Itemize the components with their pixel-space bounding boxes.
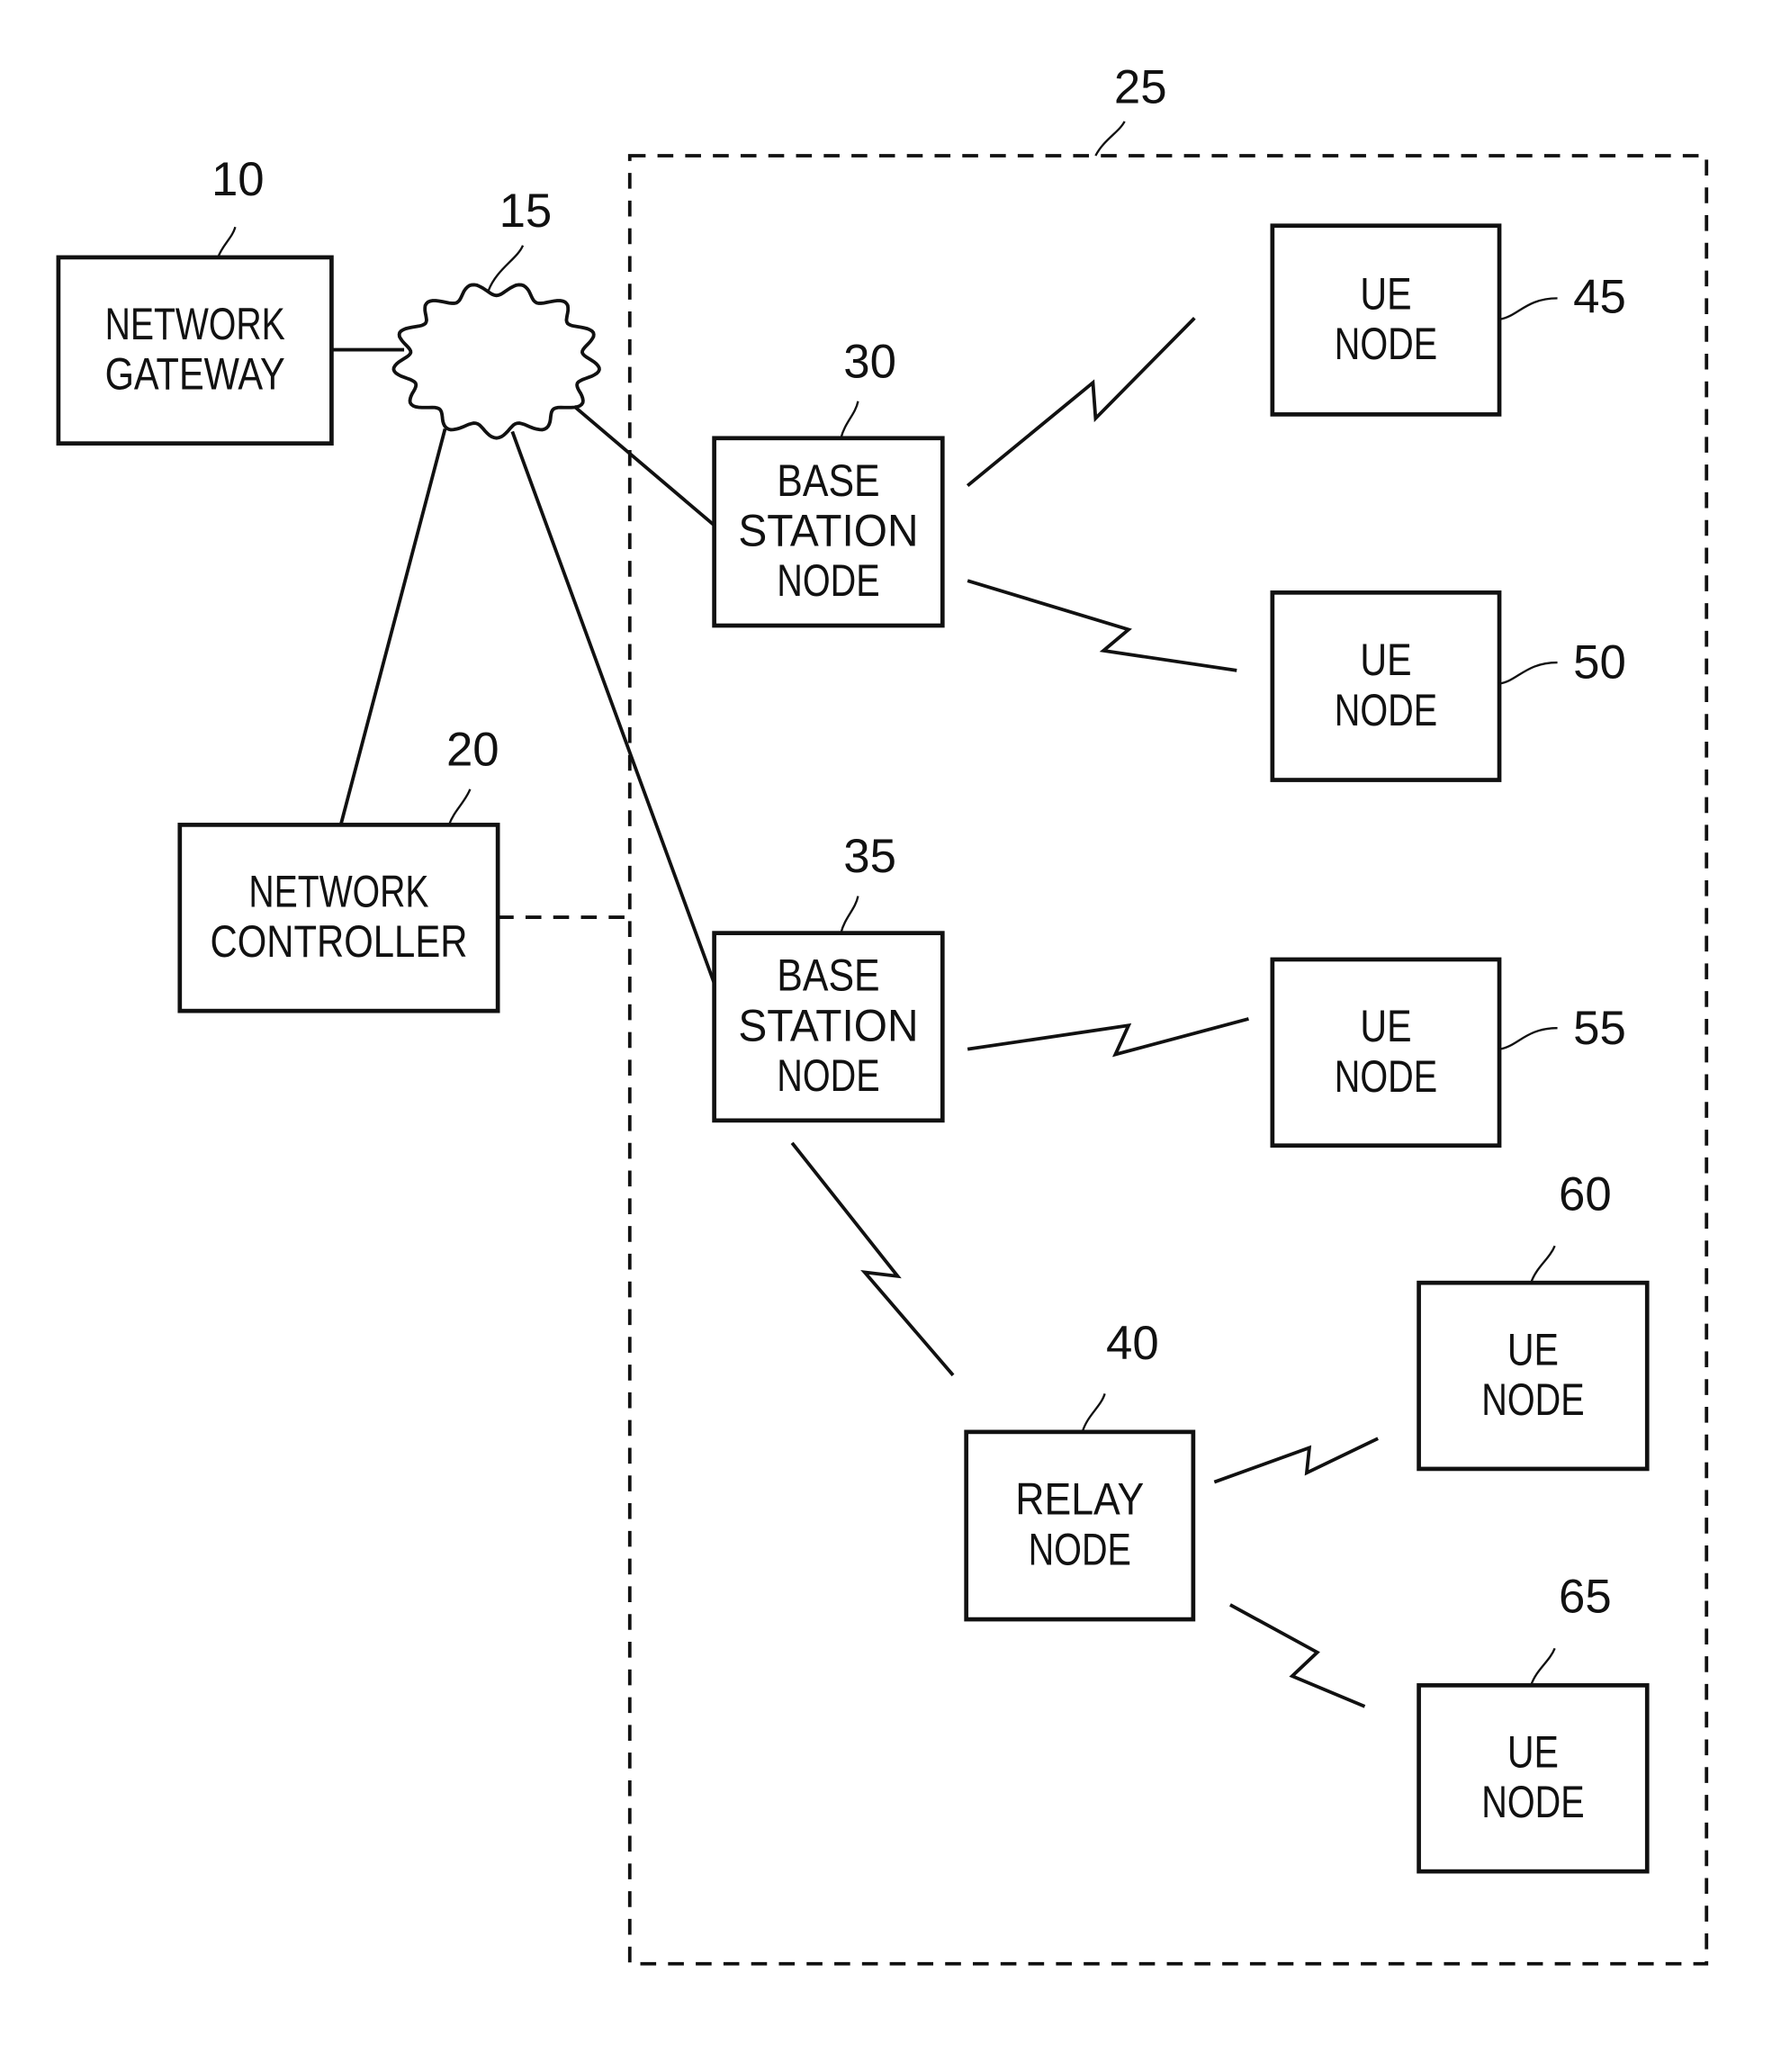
wireless-link-relay-ue65 (1229, 1603, 1366, 1708)
node-ref-number: 65 (1559, 1571, 1612, 1624)
wireless-link-bs35-ue55 (967, 1017, 1249, 1058)
node-label-line: NODE (777, 1050, 879, 1101)
node-label-line: NODE (777, 555, 879, 606)
node-ue45: UENODE 45 (1270, 223, 1626, 417)
node-label-line: BASE (777, 950, 879, 1001)
node-label-line: UE (1507, 1727, 1559, 1778)
wireless-link-relay-ue60 (1213, 1437, 1379, 1484)
wireless-link-bs35-relay (790, 1141, 955, 1377)
node-ref-number: 35 (843, 830, 896, 883)
node-label-line: CONTROLLER (211, 916, 468, 967)
node-label-line: NETWORK (105, 299, 285, 349)
node-label-line: NODE (1335, 685, 1437, 735)
node-label-line: STATION (738, 1000, 918, 1050)
ref-leader-line (1498, 297, 1558, 320)
link-cloud-controller (338, 428, 447, 825)
node-ref-number: 45 (1573, 270, 1626, 323)
node-ref-number: 30 (843, 335, 896, 388)
ref-leader-line (1530, 1647, 1556, 1686)
region-leader-line (1094, 121, 1126, 157)
ref-leader-line (1498, 661, 1558, 685)
node-group: NETWORKGATEWAY10NETWORKCONTROLLER20BASES… (56, 153, 1650, 1874)
node-ue55: UENODE 55 (1270, 957, 1626, 1149)
node-label-line: BASE (777, 455, 879, 506)
node-label-line: STATION (738, 505, 918, 555)
ref-leader-line (217, 226, 237, 258)
node-ue60: UENODE 60 (1417, 1168, 1650, 1472)
node-label-line: NODE (1481, 1374, 1584, 1425)
node-label-line: NODE (1335, 1051, 1437, 1102)
node-label-line: NETWORK (248, 867, 428, 917)
node-label-line: UE (1507, 1324, 1559, 1374)
link-cloud-bs30 (572, 405, 715, 527)
node-ref-number: 10 (211, 153, 265, 206)
node-label-line: NODE (1481, 1777, 1584, 1827)
node-ue65: UENODE 65 (1417, 1571, 1650, 1874)
node-ref-number: 50 (1573, 636, 1626, 689)
node-label-line: UE (1360, 268, 1411, 319)
node-controller: NETWORKCONTROLLER 20 (177, 723, 500, 1013)
node-bs30: BASESTATIONNODE 30 (712, 335, 945, 628)
node-label-line: NODE (1335, 319, 1437, 369)
ref-leader-line (840, 401, 859, 439)
network-diagram: 25 15 NETWORKGATEWAY10NETWORKCONTROLLER2… (56, 60, 1709, 1966)
network-cloud (391, 283, 601, 440)
node-label-line: RELAY (1015, 1474, 1144, 1525)
node-relay: RELAYNODE 40 (964, 1317, 1196, 1622)
node-ue50: UENODE 50 (1270, 590, 1626, 782)
ref-leader-line (1530, 1245, 1556, 1284)
wireless-link-bs30-ue50 (967, 579, 1237, 672)
node-label-line: UE (1360, 635, 1411, 685)
node-ref-number: 55 (1573, 1002, 1626, 1055)
wireless-link-bs30-ue45 (966, 317, 1196, 488)
cloud-ref-number: 15 (499, 185, 553, 238)
node-ref-number: 60 (1559, 1168, 1612, 1221)
ref-leader-line (1081, 1392, 1106, 1433)
node-bs35: BASESTATIONNODE 35 (712, 830, 945, 1123)
node-ref-number: 20 (446, 723, 499, 776)
ref-leader-line (1498, 1027, 1558, 1050)
node-ref-number: 40 (1106, 1317, 1159, 1370)
region-ref-number: 25 (1114, 60, 1167, 113)
node-gateway: NETWORKGATEWAY 10 (56, 153, 334, 446)
ref-leader-line (447, 788, 472, 825)
node-label-line: UE (1360, 1001, 1411, 1051)
link-cloud-bs35 (510, 430, 716, 985)
ref-leader-line (840, 896, 859, 933)
node-label-line: GATEWAY (105, 349, 285, 400)
node-label-line: NODE (1029, 1524, 1131, 1574)
